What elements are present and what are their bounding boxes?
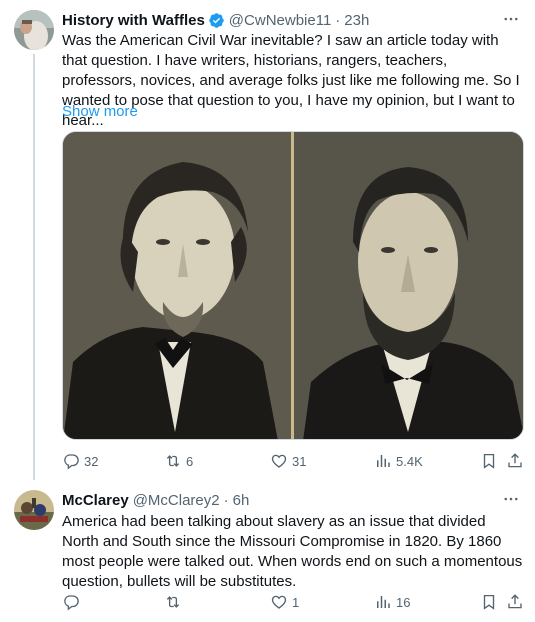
tweet-actions: 32 6 31 5.4K xyxy=(62,451,524,471)
reply-icon xyxy=(64,595,79,611)
reply-button[interactable] xyxy=(62,592,84,612)
timestamp[interactable]: 23h xyxy=(344,12,369,29)
reply-button[interactable]: 32 xyxy=(62,451,98,471)
show-more-link[interactable]: Show more xyxy=(62,102,138,122)
author-name[interactable]: McClarey xyxy=(62,492,129,509)
view-count: 16 xyxy=(396,594,411,610)
more-options-icon[interactable] xyxy=(501,489,521,509)
tweet-actions: 1 16 xyxy=(62,592,524,612)
bookmark-button[interactable] xyxy=(480,592,498,612)
author-handle[interactable]: @McClarey2 xyxy=(133,492,220,509)
tweet-header: History with Waffles @CwNewbie11 · 23h xyxy=(62,10,369,30)
tweet-image[interactable] xyxy=(62,131,524,440)
view-count: 5.4K xyxy=(396,453,423,469)
repost-icon xyxy=(166,596,180,608)
views-button[interactable]: 5.4K xyxy=(374,451,423,471)
repost-button[interactable]: 6 xyxy=(164,451,193,471)
like-count: 1 xyxy=(292,594,300,610)
views-button[interactable]: 16 xyxy=(374,592,410,612)
tweet-1[interactable]: History with Waffles @CwNewbie11 · 23h W… xyxy=(0,0,535,480)
heart-icon xyxy=(271,454,287,468)
thread-line xyxy=(33,54,35,480)
like-count: 31 xyxy=(292,453,307,469)
tweet-2[interactable]: McClarey @McClarey2 · 6h America had bee… xyxy=(0,480,535,622)
reply-icon xyxy=(64,454,79,470)
tweet-text: America had been talking about slavery a… xyxy=(62,513,523,590)
author-name[interactable]: History with Waffles xyxy=(62,12,205,29)
reply-count: 32 xyxy=(84,453,99,469)
image-divider xyxy=(291,132,294,439)
share-icon xyxy=(508,594,522,609)
like-button[interactable]: 1 xyxy=(270,592,299,612)
share-button[interactable] xyxy=(506,592,524,612)
timestamp[interactable]: 6h xyxy=(233,492,250,509)
tweet-header: McClarey @McClarey2 · 6h xyxy=(62,490,249,510)
repost-button[interactable] xyxy=(164,592,186,612)
share-button[interactable] xyxy=(506,451,524,471)
verified-badge-icon[interactable] xyxy=(208,12,225,29)
separator-dot: · xyxy=(223,491,229,509)
like-button[interactable]: 31 xyxy=(270,451,306,471)
share-icon xyxy=(508,453,522,468)
author-handle[interactable]: @CwNewbie11 xyxy=(229,12,332,29)
repost-icon xyxy=(166,455,180,467)
bookmark-button[interactable] xyxy=(480,451,498,471)
bookmark-icon xyxy=(483,453,495,469)
analytics-icon xyxy=(377,596,390,608)
author-avatar[interactable] xyxy=(14,10,54,50)
author-avatar[interactable] xyxy=(14,490,54,530)
separator-dot: · xyxy=(335,11,341,29)
heart-icon xyxy=(271,595,287,609)
repost-count: 6 xyxy=(186,453,194,469)
more-options-icon[interactable] xyxy=(501,9,521,29)
bookmark-icon xyxy=(483,594,495,610)
analytics-icon xyxy=(377,455,390,467)
